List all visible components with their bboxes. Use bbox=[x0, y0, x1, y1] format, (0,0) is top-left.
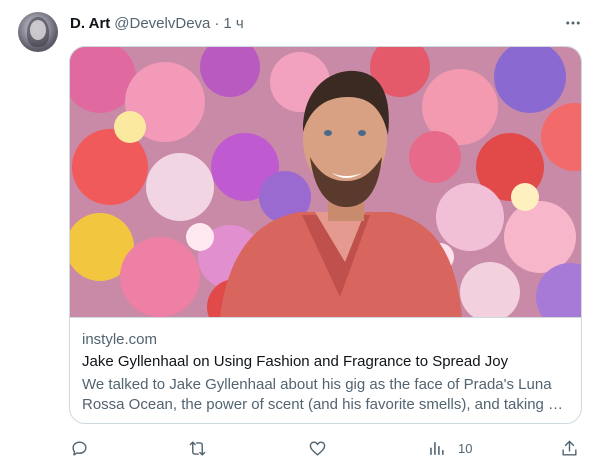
author-name[interactable]: D. Art bbox=[70, 15, 110, 32]
share-icon bbox=[562, 440, 577, 456]
avatar[interactable] bbox=[18, 12, 58, 52]
action-bar: 10 bbox=[70, 436, 580, 460]
card-title: Jake Gyllenhaal on Using Fashion and Fra… bbox=[82, 353, 509, 370]
views-chart-icon bbox=[430, 441, 444, 455]
author-handle[interactable]: @DevelvDeva bbox=[114, 15, 210, 32]
more-button[interactable] bbox=[562, 13, 584, 33]
share-button[interactable] bbox=[560, 436, 579, 460]
avatar-face bbox=[30, 20, 46, 40]
like-button[interactable] bbox=[308, 436, 327, 460]
retweet-icon bbox=[189, 440, 206, 456]
timestamp[interactable]: 1 ч bbox=[223, 15, 243, 32]
card-description: We talked to Jake Gyllenhaal about his g… bbox=[82, 376, 564, 413]
tweet-header: D. Art @DevelvDeva · 1 ч bbox=[70, 13, 244, 33]
tweet: D. Art @DevelvDeva · 1 ч instyle.com Jak… bbox=[0, 0, 598, 469]
separator: · bbox=[214, 14, 220, 32]
link-card[interactable]: instyle.com Jake Gyllenhaal on Using Fas… bbox=[69, 46, 582, 424]
retweet-button[interactable] bbox=[188, 436, 207, 460]
card-image[interactable] bbox=[70, 47, 581, 317]
heart-icon bbox=[309, 440, 326, 456]
card-domain: instyle.com bbox=[82, 331, 158, 348]
views-button[interactable]: 10 bbox=[427, 436, 472, 460]
reply-button[interactable] bbox=[70, 436, 89, 460]
card-photo bbox=[70, 47, 581, 317]
more-dots-icon bbox=[566, 21, 580, 25]
reply-icon bbox=[72, 440, 87, 456]
card-text[interactable]: instyle.com Jake Gyllenhaal on Using Fas… bbox=[70, 317, 581, 423]
views-count: 10 bbox=[458, 440, 473, 456]
